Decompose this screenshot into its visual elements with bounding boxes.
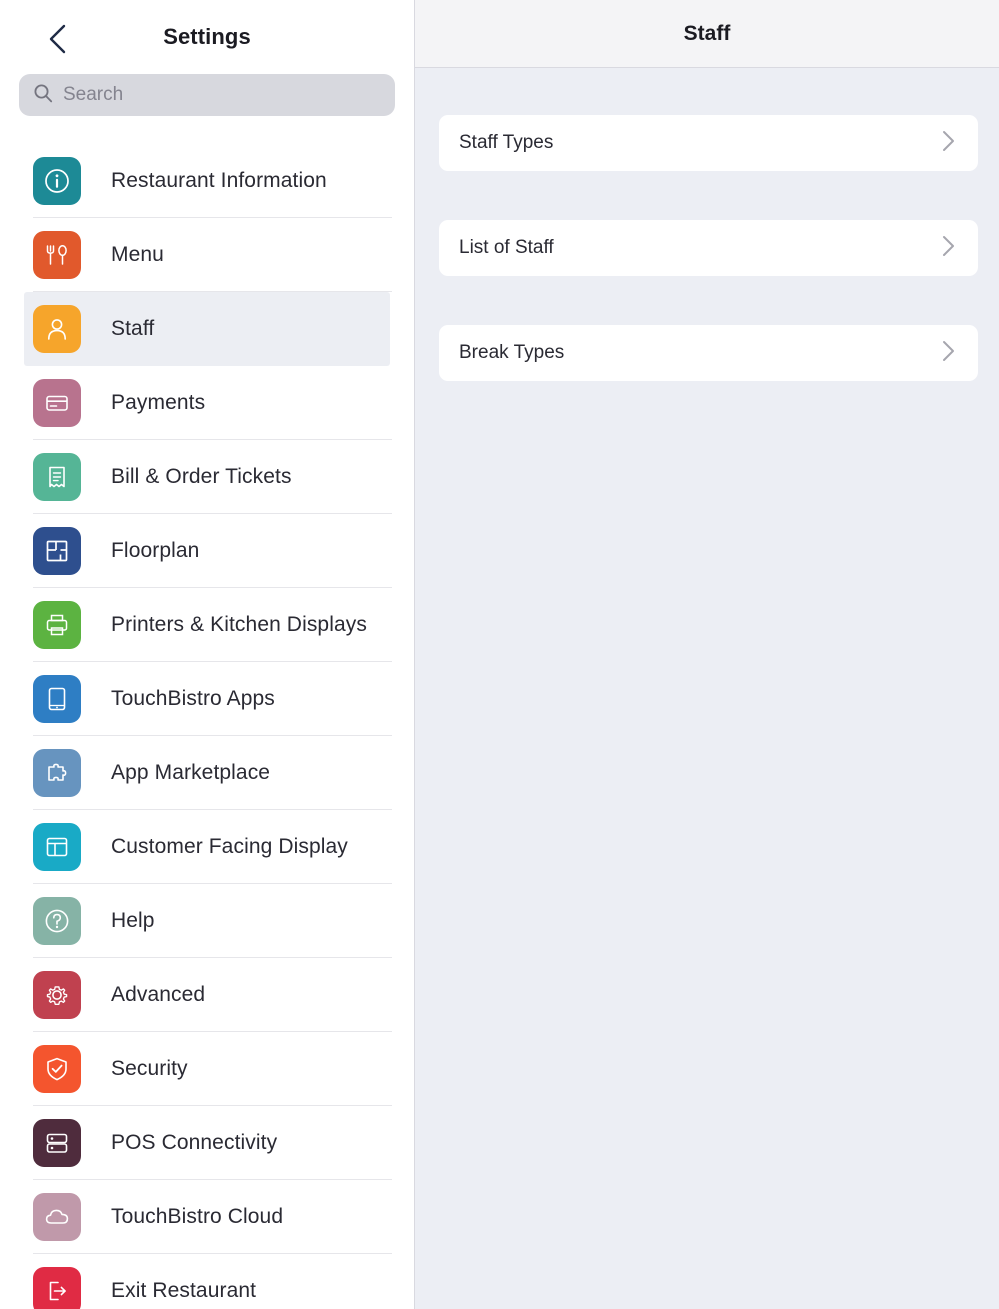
- sidebar-item-bill-order-tickets[interactable]: Bill & Order Tickets: [0, 440, 414, 514]
- sidebar-item-payments[interactable]: Payments: [0, 366, 414, 440]
- tablet-icon: [33, 675, 81, 723]
- server-icon: [33, 1119, 81, 1167]
- sidebar-item-pos-connectivity[interactable]: POS Connectivity: [0, 1106, 414, 1180]
- sidebar-item-label: Payments: [111, 391, 206, 414]
- shield-check-icon: [33, 1045, 81, 1093]
- sidebar-item-label: Floorplan: [111, 539, 200, 562]
- person-icon: [33, 305, 81, 353]
- back-button[interactable]: [38, 20, 76, 58]
- gear-icon: [33, 971, 81, 1019]
- sidebar-item-label: TouchBistro Apps: [111, 687, 275, 710]
- sidebar-item-restaurant-information[interactable]: Restaurant Information: [0, 144, 414, 218]
- card-list-of-staff[interactable]: List of Staff: [439, 220, 978, 276]
- sidebar-item-advanced[interactable]: Advanced: [0, 958, 414, 1032]
- sidebar-item-floorplan[interactable]: Floorplan: [0, 514, 414, 588]
- search-container: [0, 74, 414, 116]
- sidebar-item-security[interactable]: Security: [0, 1032, 414, 1106]
- staff-detail-panel: Staff Staff Types List of Staff Break Ty…: [415, 0, 999, 1309]
- sidebar-item-label: Customer Facing Display: [111, 835, 348, 858]
- exit-arrow-icon: [33, 1267, 81, 1309]
- sidebar-item-exit-restaurant[interactable]: Exit Restaurant: [0, 1254, 414, 1309]
- card-label: Break Types: [459, 342, 565, 363]
- info-circle-icon: [33, 157, 81, 205]
- chevron-right-icon: [941, 339, 956, 368]
- sidebar-item-label: Restaurant Information: [111, 169, 327, 192]
- sidebar-item-label: App Marketplace: [111, 761, 271, 784]
- question-circle-icon: [33, 897, 81, 945]
- card-staff-types[interactable]: Staff Types: [439, 115, 978, 171]
- settings-screen: Settings Search Restaurant Information M…: [0, 0, 999, 1309]
- card-label: Staff Types: [459, 132, 554, 153]
- sidebar-item-printers-kitchen-displays[interactable]: Printers & Kitchen Displays: [0, 588, 414, 662]
- search-icon: [33, 83, 53, 108]
- credit-card-icon: [33, 379, 81, 427]
- sidebar-item-customer-facing-display[interactable]: Customer Facing Display: [0, 810, 414, 884]
- printer-icon: [33, 601, 81, 649]
- sidebar-item-label: Menu: [111, 243, 164, 266]
- sidebar-item-label: Security: [111, 1057, 188, 1080]
- puzzle-piece-icon: [33, 749, 81, 797]
- sidebar-item-touchbistro-apps[interactable]: TouchBistro Apps: [0, 662, 414, 736]
- fork-spoon-icon: [33, 231, 81, 279]
- settings-sidebar: Settings Search Restaurant Information M…: [0, 0, 415, 1309]
- sidebar-item-label: Advanced: [111, 983, 206, 1006]
- settings-nav-list: Restaurant Information Menu Staff Paymen…: [0, 144, 414, 1309]
- sidebar-item-label: Help: [111, 909, 155, 932]
- sidebar-item-help[interactable]: Help: [0, 884, 414, 958]
- sidebar-item-touchbistro-cloud[interactable]: TouchBistro Cloud: [0, 1180, 414, 1254]
- sidebar-item-menu[interactable]: Menu: [0, 218, 414, 292]
- sidebar-item-label: Printers & Kitchen Displays: [111, 613, 367, 636]
- sidebar-item-label: TouchBistro Cloud: [111, 1205, 284, 1228]
- display-layout-icon: [33, 823, 81, 871]
- search-input[interactable]: [63, 84, 381, 106]
- sidebar-item-staff[interactable]: Staff: [24, 292, 390, 366]
- sidebar-item-label: Staff: [111, 317, 155, 340]
- panel-header: Staff: [415, 0, 999, 68]
- search-box[interactable]: [19, 74, 395, 116]
- chevron-left-icon: [46, 23, 68, 55]
- card-break-types[interactable]: Break Types: [439, 325, 978, 381]
- floorplan-icon: [33, 527, 81, 575]
- cloud-icon: [33, 1193, 81, 1241]
- chevron-right-icon: [941, 234, 956, 263]
- chevron-right-icon: [941, 129, 956, 158]
- panel-body: Staff Types List of Staff Break Types: [415, 68, 999, 381]
- sidebar-header: Settings: [0, 0, 414, 74]
- sidebar-item-label: Exit Restaurant: [111, 1279, 257, 1302]
- panel-title: Staff: [683, 21, 731, 45]
- sidebar-item-label: Bill & Order Tickets: [111, 465, 292, 488]
- card-label: List of Staff: [459, 237, 554, 258]
- receipt-icon: [33, 453, 81, 501]
- sidebar-item-label: POS Connectivity: [111, 1131, 278, 1154]
- sidebar-item-app-marketplace[interactable]: App Marketplace: [0, 736, 414, 810]
